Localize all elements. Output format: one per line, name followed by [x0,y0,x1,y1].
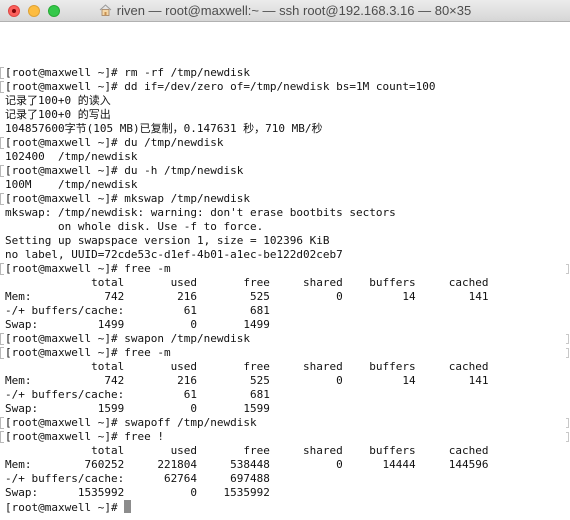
terminal-line: Swap: 1535992 0 1535992 [5,486,270,499]
terminal-window: riven — root@maxwell:~ — ssh root@192.16… [0,0,570,520]
command-mark-right [566,348,569,358]
command-mark [0,137,4,149]
terminal-line: mkswap: /tmp/newdisk: warning: don't era… [5,206,396,219]
terminal-line: [root@maxwell ~]# dd if=/dev/zero of=/tm… [5,80,436,93]
text-cursor [124,500,132,513]
terminal-line: [root@maxwell ~]# du /tmp/newdisk [5,136,224,149]
command-mark [0,81,4,93]
terminal-line: total used free shared buffers cached [5,360,489,373]
terminal-line: 102400 /tmp/newdisk [5,150,138,163]
terminal-line: total used free shared buffers cached [5,276,489,289]
terminal-line: [root@maxwell ~]# du -h /tmp/newdisk [5,164,244,177]
command-mark-right [566,264,569,274]
command-mark [0,347,4,359]
terminal-line: total used free shared buffers cached [5,444,489,457]
terminal-line: [root@maxwell ~]# rm -rf /tmp/newdisk [5,66,251,79]
terminal-line: 100M /tmp/newdisk [5,178,138,191]
terminal-line: [root@maxwell ~]# swapoff /tmp/newdisk [5,416,257,429]
shell-prompt: [root@maxwell ~]# [5,501,125,514]
terminal-line: 记录了100+0 的读入 [5,94,111,107]
command-mark [0,417,4,429]
command-mark [0,333,4,345]
terminal-prompt-line[interactable]: [root@maxwell ~]# [5,500,488,514]
terminal-output[interactable]: [root@maxwell ~]# rm -rf /tmp/newdisk [ro… [5,66,488,514]
terminal-line: Swap: 1499 0 1499 [5,318,270,331]
command-mark [0,263,4,275]
terminal-line: -/+ buffers/cache: 62764 697488 [5,472,270,485]
terminal-line: [root@maxwell ~]# free -m [5,262,171,275]
window-title: riven — root@maxwell:~ — ssh root@192.16… [0,3,570,18]
command-mark [0,165,4,177]
terminal-line: [root@maxwell ~]# mkswap /tmp/newdisk [5,192,251,205]
terminal-line: Mem: 742 216 525 0 14 141 [5,374,489,387]
command-mark-right [566,334,569,344]
terminal-line: Setting up swapspace version 1, size = 1… [5,234,330,247]
command-mark [0,193,4,205]
terminal-line: -/+ buffers/cache: 61 681 [5,388,270,401]
home-icon [99,4,112,16]
command-mark-right [566,432,569,442]
terminal-line: [root@maxwell ~]# free -m [5,346,171,359]
terminal-line: 记录了100+0 的写出 [5,108,111,121]
terminal-line: no label, UUID=72cde53c-d1ef-4b01-a1ec-b… [5,248,343,261]
terminal-line: Mem: 742 216 525 0 14 141 [5,290,489,303]
terminal-line: [root@maxwell ~]# swapon /tmp/newdisk [5,332,251,345]
terminal-line: on whole disk. Use -f to force. [5,220,264,233]
window-title-text: riven — root@maxwell:~ — ssh root@192.16… [116,3,472,18]
title-bar[interactable]: riven — root@maxwell:~ — ssh root@192.16… [0,0,570,22]
terminal-line: 104857600字节(105 MB)已复制，0.147631 秒，710 MB… [5,122,323,135]
terminal-line: [root@maxwell ~]# free ! [5,430,164,443]
terminal-line: -/+ buffers/cache: 61 681 [5,304,270,317]
command-mark [0,431,4,443]
terminal-line: Swap: 1599 0 1599 [5,402,270,415]
command-mark-right [566,418,569,428]
terminal-line: Mem: 760252 221804 538448 0 14444 144596 [5,458,489,471]
command-mark [0,67,4,79]
